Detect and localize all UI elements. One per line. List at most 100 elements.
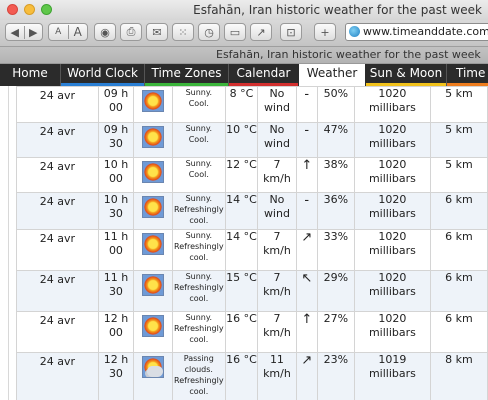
condition-cell: Sunny. Cool. bbox=[171, 122, 226, 158]
wind-line: 7 km/h bbox=[263, 230, 291, 257]
wind-line: km/h bbox=[263, 367, 291, 380]
wind-cell: 11 km/h bbox=[257, 352, 297, 400]
cloud-icon bbox=[146, 366, 163, 377]
window-controls bbox=[7, 4, 52, 15]
history-icon[interactable]: ◷ bbox=[198, 23, 220, 41]
wind-line: No bbox=[269, 193, 285, 206]
temperature-cell: 16 °C bbox=[224, 352, 259, 400]
text-size-buttons: A A bbox=[48, 23, 88, 41]
reading-list-icon[interactable]: ⊡ bbox=[280, 23, 302, 41]
wind-line: 11 bbox=[269, 353, 284, 366]
nav-time-zones[interactable]: Time Zones bbox=[145, 64, 228, 86]
condition-line: Sunny. bbox=[185, 272, 212, 281]
temperature-cell: 15 °C bbox=[224, 270, 259, 312]
visibility-cell: 5 km bbox=[429, 157, 488, 193]
window-titlebar: Esfahān, Iran historic weather for the p… bbox=[0, 0, 488, 20]
date-cell: 24 avr bbox=[16, 270, 99, 312]
nav-calendar[interactable]: Calendar bbox=[229, 64, 298, 86]
condition-cell: Passing clouds. Refreshingly cool. bbox=[171, 352, 226, 400]
text-smaller-button[interactable]: A bbox=[49, 27, 68, 37]
forward-arrow-icon[interactable]: ▶ bbox=[23, 25, 43, 39]
add-bookmark-icon[interactable]: + bbox=[314, 23, 336, 41]
address-bar[interactable]: www.timeanddate.com/w bbox=[345, 23, 488, 41]
sun-icon bbox=[143, 92, 162, 110]
condition-icon-cell bbox=[133, 352, 173, 400]
zoom-window-button[interactable] bbox=[41, 4, 52, 15]
time-cell: 09 h 00 bbox=[97, 86, 135, 123]
nav-sun-moon[interactable]: Sun & Moon bbox=[366, 64, 446, 86]
pressure-cell: 1020 millibars bbox=[354, 157, 431, 193]
pressure-line: millibars bbox=[368, 326, 416, 339]
sun-icon bbox=[143, 276, 162, 294]
date-cell: 24 avr bbox=[16, 122, 99, 158]
text-bigger-button[interactable]: A bbox=[67, 25, 88, 39]
wind-cell: 7 km/h bbox=[257, 157, 297, 193]
print-icon[interactable]: ⎙ bbox=[120, 23, 142, 41]
nav-weather[interactable]: Weather bbox=[299, 64, 365, 86]
wind-direction-arrow-icon: ↑ bbox=[301, 312, 313, 327]
condition-line: Sunny. bbox=[185, 194, 212, 203]
nav-world-clock[interactable]: World Clock bbox=[61, 64, 144, 86]
tab-title[interactable]: Esfahān, Iran historic weather for the p… bbox=[216, 48, 481, 61]
condition-cell: Sunny. Cool. bbox=[171, 157, 226, 193]
condition-icon-cell bbox=[133, 311, 173, 353]
close-window-button[interactable] bbox=[7, 4, 18, 15]
condition-line: Cool. bbox=[188, 170, 209, 179]
time-line: 30 bbox=[108, 367, 123, 380]
condition-line: Sunny. bbox=[185, 313, 212, 322]
wind-cell: 7 km/h bbox=[257, 311, 297, 353]
sunny-icon bbox=[141, 274, 164, 296]
back-arrow-icon[interactable]: ◀ bbox=[6, 26, 24, 39]
minimize-window-button[interactable] bbox=[24, 4, 35, 15]
time-line: 09 h bbox=[103, 87, 129, 100]
condition-icon-cell bbox=[133, 192, 173, 230]
nav-home[interactable]: Home bbox=[0, 64, 60, 86]
top-sites-icon[interactable]: ⁙ bbox=[172, 23, 194, 41]
pressure-line: millibars bbox=[368, 244, 416, 257]
table-row: 24 avr 11 h 00 Sunny. Refreshingly cool. 14 °C… bbox=[16, 229, 488, 271]
condition-icon-cell bbox=[133, 157, 173, 193]
visibility-cell: 5 km bbox=[429, 86, 488, 123]
wind-direction-arrow-icon: ↗ bbox=[301, 230, 313, 245]
condition-icon-cell bbox=[133, 229, 173, 271]
wind-line: wind bbox=[263, 137, 290, 150]
wind-direction-cell: ↑ bbox=[295, 311, 318, 353]
condition-line: cool. bbox=[189, 253, 209, 262]
sunny-icon bbox=[141, 315, 164, 337]
wind-cell: 7 km/h bbox=[257, 270, 297, 312]
humidity-cell: 33% bbox=[316, 229, 356, 271]
time-cell: 11 h 00 bbox=[97, 229, 135, 271]
condition-line: Refreshingly bbox=[174, 376, 224, 385]
pressure-cell: 1020 millibars bbox=[354, 86, 431, 123]
sun-icon bbox=[143, 317, 162, 335]
time-line: 00 bbox=[108, 172, 123, 185]
date-cell: 24 avr bbox=[16, 311, 99, 353]
pressure-line: 1020 bbox=[378, 123, 407, 136]
humidity-cell: 29% bbox=[316, 270, 356, 312]
bookmarks-icon[interactable]: ▭ bbox=[224, 23, 246, 41]
time-cell: 11 h 30 bbox=[97, 270, 135, 312]
temperature-cell: 12 °C bbox=[224, 157, 259, 193]
time-cell: 09 h 30 bbox=[97, 122, 135, 158]
nav-calendar-label: Calendar bbox=[236, 66, 291, 80]
date-cell: 24 avr bbox=[16, 192, 99, 230]
tab-bar: Esfahān, Iran historic weather for the p… bbox=[0, 46, 488, 64]
site-navigation: Home World Clock Time Zones Calendar Wea… bbox=[0, 64, 488, 86]
mail-icon[interactable]: ✉ bbox=[146, 23, 168, 41]
temperature-cell: 14 °C bbox=[224, 192, 259, 230]
condition-line: cool. bbox=[189, 216, 209, 225]
nav-time[interactable]: Time bbox=[447, 64, 488, 86]
condition-line: Refreshingly bbox=[174, 283, 224, 292]
sun-icon bbox=[143, 198, 162, 216]
condition-line: Refreshingly bbox=[174, 205, 224, 214]
temperature-cell: 10 °C bbox=[224, 122, 259, 158]
pressure-cell: 1020 millibars bbox=[354, 122, 431, 158]
share-icon[interactable]: ↗ bbox=[250, 23, 272, 41]
condition-line: cool. bbox=[189, 387, 209, 396]
back-forward-buttons: ◀ ▶ bbox=[5, 23, 43, 41]
sun-icon bbox=[143, 128, 162, 146]
temperature-cell: 16 °C bbox=[224, 311, 259, 353]
table-row: 24 avr 12 h 00 Sunny. Refreshingly cool. 16 °C… bbox=[16, 311, 488, 353]
safari-icon[interactable]: ◉ bbox=[94, 23, 116, 41]
time-line: 10 h bbox=[103, 158, 129, 171]
